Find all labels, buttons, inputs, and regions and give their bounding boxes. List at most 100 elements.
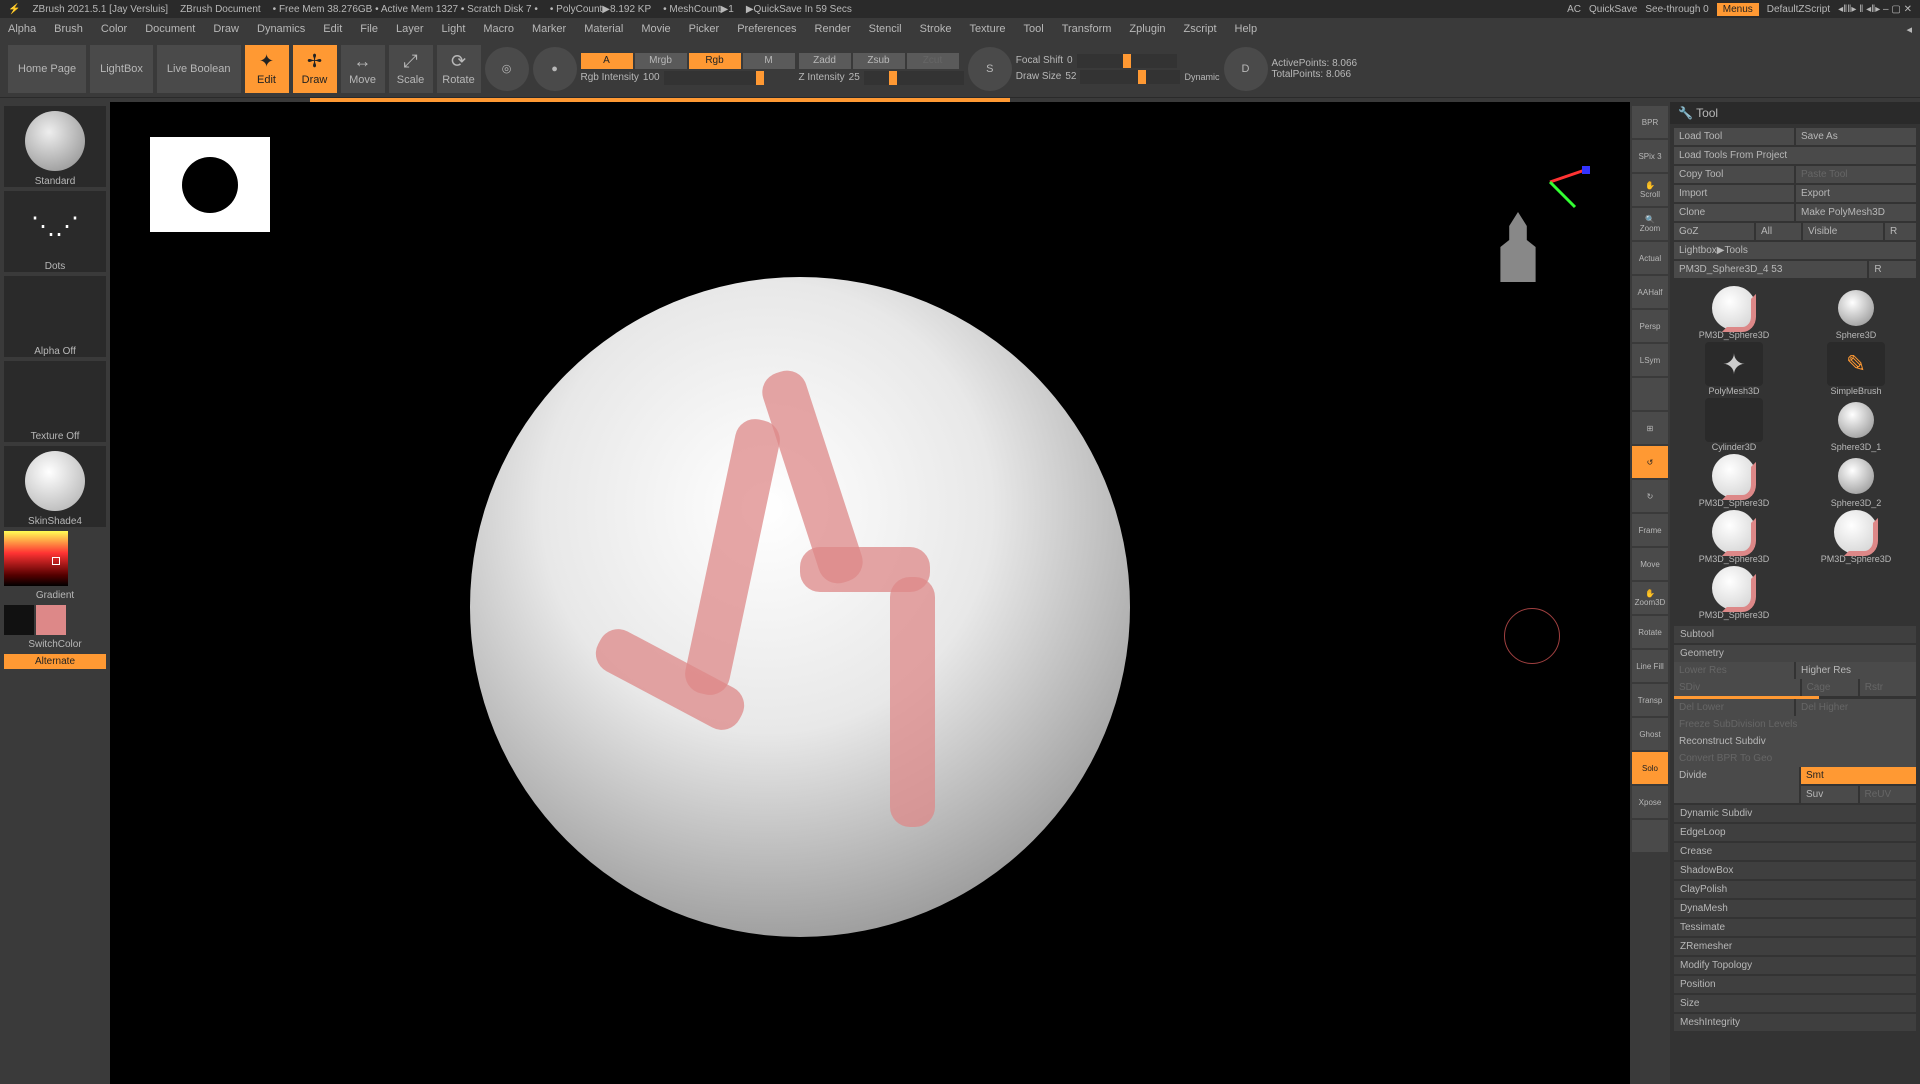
z-intensity-slider[interactable]	[864, 71, 964, 85]
color-secondary[interactable]	[4, 605, 34, 635]
canvas[interactable]	[110, 102, 1630, 1084]
menu-help[interactable]: Help	[1235, 23, 1258, 35]
section-tessimate[interactable]: Tessimate	[1674, 919, 1916, 936]
tool-item[interactable]: PM3D_Sphere3D	[1796, 510, 1916, 564]
aahalf-button[interactable]: AAHalf	[1632, 276, 1668, 308]
scale-mode[interactable]: ⤢Scale	[389, 45, 433, 93]
menu-dynamics[interactable]: Dynamics	[257, 23, 305, 35]
channel-rgb[interactable]: Rgb	[689, 53, 741, 69]
edit-mode[interactable]: ✦Edit	[245, 45, 289, 93]
menu-zplugin[interactable]: Zplugin	[1129, 23, 1165, 35]
goz-r-button[interactable]: R	[1885, 223, 1916, 240]
ghost-button[interactable]: Solo	[1632, 752, 1668, 784]
alternate-button[interactable]: Alternate	[4, 654, 106, 669]
homepage-button[interactable]: Home Page	[8, 45, 86, 93]
channel-mrgb[interactable]: Mrgb	[635, 53, 687, 69]
color-picker[interactable]	[4, 531, 106, 586]
menu-zscript[interactable]: Zscript	[1184, 23, 1217, 35]
suv-button[interactable]: Suv	[1801, 786, 1858, 803]
channel-m[interactable]: M	[743, 53, 795, 69]
cam-zoom3d-button[interactable]: Rotate	[1632, 616, 1668, 648]
rotate-mode[interactable]: ⟳Rotate	[437, 45, 481, 93]
cam-rotate-button[interactable]: Line Fill	[1632, 650, 1668, 682]
focal-s-icon[interactable]: S	[968, 47, 1012, 91]
undo-cam-button[interactable]: ↻	[1632, 480, 1668, 512]
actual-button[interactable]: Actual	[1632, 242, 1668, 274]
d-icon[interactable]: D	[1224, 47, 1268, 91]
texture-tile[interactable]: Texture Off	[4, 361, 106, 442]
menu-texture[interactable]: Texture	[969, 23, 1005, 35]
menu-picker[interactable]: Picker	[689, 23, 720, 35]
save-as-button[interactable]: Save As	[1796, 128, 1916, 145]
section-shadowbox[interactable]: ShadowBox	[1674, 862, 1916, 879]
menu-light[interactable]: Light	[442, 23, 466, 35]
import-button[interactable]: Import	[1674, 185, 1794, 202]
default-zscript[interactable]: DefaultZScript	[1767, 4, 1830, 15]
dynamic-toggle[interactable]: Dynamic	[1184, 72, 1219, 82]
cam-move-button[interactable]: ✋Zoom3D	[1632, 582, 1668, 614]
persp-button[interactable]: Persp	[1632, 310, 1668, 342]
lsym-button[interactable]	[1632, 378, 1668, 410]
section-crease[interactable]: Crease	[1674, 843, 1916, 860]
channel-zsub[interactable]: Zsub	[853, 53, 905, 69]
xyz-button[interactable]: ↺	[1632, 446, 1668, 478]
transp-button[interactable]: Ghost	[1632, 718, 1668, 750]
seethrough-slider[interactable]: See-through 0	[1645, 4, 1708, 15]
tool-item[interactable]: ✦PolyMesh3D	[1674, 342, 1794, 396]
goz-visible-button[interactable]: Visible	[1803, 223, 1883, 240]
head-preview-icon[interactable]	[1496, 212, 1540, 282]
channel-a[interactable]: A	[581, 53, 633, 69]
lightbox-tools-button[interactable]: Lightbox▶Tools	[1674, 242, 1916, 259]
smt-button[interactable]: Smt	[1801, 767, 1916, 784]
scroll-button[interactable]: ✋Scroll	[1632, 174, 1668, 206]
section-claypolish[interactable]: ClayPolish	[1674, 881, 1916, 898]
tool-r-button[interactable]: R	[1869, 261, 1916, 278]
menu-file[interactable]: File	[360, 23, 378, 35]
tool-item[interactable]: Sphere3D_1	[1796, 398, 1916, 452]
tool-name-field[interactable]: PM3D_Sphere3D_4 53	[1674, 261, 1867, 278]
stroke-tile[interactable]: ⋱⋰Dots	[4, 191, 106, 272]
frame-button[interactable]: Move	[1632, 548, 1668, 580]
paste-tool-button[interactable]: Paste Tool	[1796, 166, 1916, 183]
collapse-icon[interactable]: ◂	[1906, 23, 1912, 36]
liveboolean-button[interactable]: Live Boolean	[157, 45, 241, 93]
menu-movie[interactable]: Movie	[641, 23, 670, 35]
tool-item[interactable]: ✎SimpleBrush	[1796, 342, 1916, 396]
menu-alpha[interactable]: Alpha	[8, 23, 36, 35]
menus-button[interactable]: Menus	[1717, 3, 1759, 16]
freeze-button[interactable]: Freeze SubDivision Levels	[1674, 716, 1916, 733]
tool-item[interactable]: PM3D_Sphere3D	[1674, 454, 1794, 508]
rgb-intensity-slider[interactable]	[664, 71, 764, 85]
menu-edit[interactable]: Edit	[323, 23, 342, 35]
spix-slider[interactable]: SPix 3	[1632, 140, 1668, 172]
section-size[interactable]: Size	[1674, 995, 1916, 1012]
reuv-button[interactable]: ReUV	[1860, 786, 1917, 803]
section-dynamesh[interactable]: DynaMesh	[1674, 900, 1916, 917]
divide-button[interactable]: Divide	[1674, 767, 1799, 803]
sdiv-slider[interactable]: SDiv	[1674, 679, 1800, 696]
reconstruct-button[interactable]: Reconstruct Subdiv	[1674, 733, 1916, 750]
menu-layer[interactable]: Layer	[396, 23, 424, 35]
gradient-label[interactable]: Gradient	[4, 590, 106, 601]
tool-item[interactable]: Sphere3D_2	[1796, 454, 1916, 508]
tool-item[interactable]: PM3D_Sphere3D	[1674, 566, 1794, 620]
tool-item[interactable]: Cylinder3D	[1674, 398, 1794, 452]
switchcolor-button[interactable]: SwitchColor	[4, 639, 106, 650]
export-button[interactable]: Export	[1796, 185, 1916, 202]
tool-header[interactable]: 🔧 Tool	[1670, 102, 1920, 124]
menu-tool[interactable]: Tool	[1024, 23, 1044, 35]
section-dynamic-subdiv[interactable]: Dynamic Subdiv	[1674, 805, 1916, 822]
section-modify-topology[interactable]: Modify Topology	[1674, 957, 1916, 974]
subtool-header[interactable]: Subtool	[1674, 626, 1916, 643]
menu-transform[interactable]: Transform	[1062, 23, 1112, 35]
geometry-header[interactable]: Geometry	[1674, 645, 1916, 662]
tool-item[interactable]: PM3D_Sphere3D	[1674, 286, 1794, 340]
menu-marker[interactable]: Marker	[532, 23, 566, 35]
higherres-button[interactable]: Higher Res	[1796, 662, 1916, 679]
goz-all-button[interactable]: All	[1756, 223, 1801, 240]
section-position[interactable]: Position	[1674, 976, 1916, 993]
brush-tile[interactable]: Standard	[4, 106, 106, 187]
draw-mode[interactable]: ✢Draw	[293, 45, 337, 93]
copy-tool-button[interactable]: Copy Tool	[1674, 166, 1794, 183]
redo-cam-button[interactable]: Frame	[1632, 514, 1668, 546]
